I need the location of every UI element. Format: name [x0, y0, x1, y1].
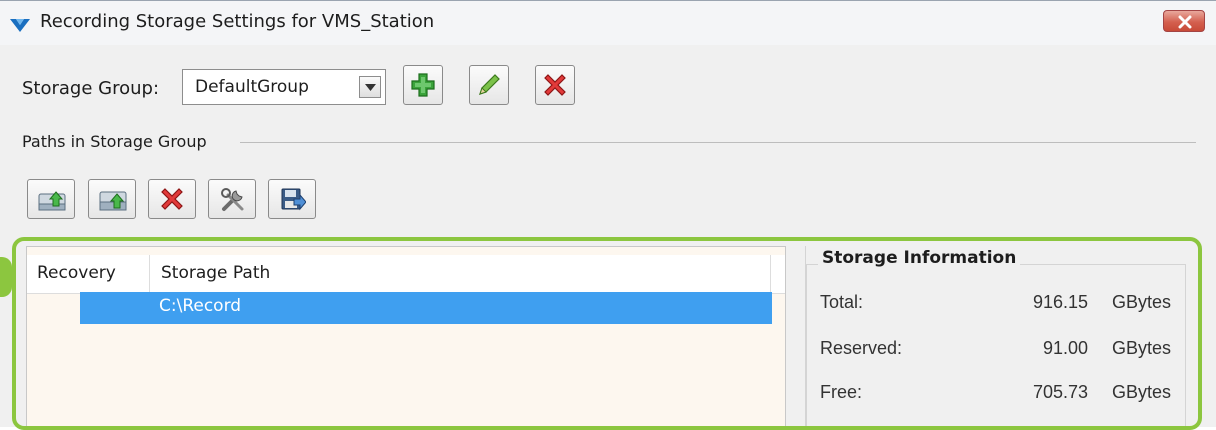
- column-header-recovery[interactable]: Recovery: [37, 263, 116, 283]
- storage-group-value: DefaultGroup: [195, 77, 309, 97]
- app-logo-icon: [10, 19, 30, 32]
- window-title: Recording Storage Settings for VMS_Stati…: [40, 11, 435, 32]
- free-unit: GBytes: [1112, 382, 1172, 402]
- total-label: Total:: [820, 292, 864, 312]
- list-header: Recovery Storage Path: [27, 255, 785, 294]
- group-divider: [240, 142, 1196, 143]
- storage-information-panel: Storage Information Total: 916.15 GBytes…: [805, 246, 1198, 428]
- column-header-storage-path[interactable]: Storage Path: [161, 263, 270, 283]
- add-path-icon: [38, 191, 66, 211]
- column-separator: [770, 255, 771, 293]
- add-icon: [411, 73, 435, 97]
- remove-path-button[interactable]: [148, 179, 196, 219]
- storage-settings-window: Recording Storage Settings for VMS_Stati…: [0, 0, 1216, 430]
- chevron-down-icon: [365, 84, 376, 91]
- paths-group-label: Paths in Storage Group: [22, 132, 207, 151]
- path-settings-button[interactable]: [208, 179, 256, 219]
- storage-group-dropdown-button[interactable]: [359, 76, 381, 98]
- column-separator: [149, 255, 150, 293]
- settings-icon: [221, 188, 244, 211]
- storage-information-title: Storage Information: [818, 248, 1021, 268]
- storage-path-cell: C:\Record: [159, 296, 242, 316]
- total-unit: GBytes: [1112, 292, 1172, 312]
- title-bar: Recording Storage Settings for VMS_Stati…: [0, 1, 1216, 45]
- add-network-path-icon: [99, 191, 127, 211]
- free-label: Free:: [820, 382, 863, 402]
- remove-path-icon: [161, 188, 183, 210]
- table-row[interactable]: C:\Record: [80, 292, 772, 324]
- edit-group-button[interactable]: [469, 65, 509, 105]
- delete-icon: [544, 74, 566, 96]
- save-path-button[interactable]: [268, 179, 316, 219]
- callout-marker: [0, 257, 12, 297]
- reserved-value: 91.00: [1042, 338, 1088, 358]
- delete-group-button[interactable]: [535, 65, 575, 105]
- storage-group-select[interactable]: DefaultGroup: [182, 69, 386, 105]
- edit-icon: [479, 74, 500, 95]
- close-icon: [1178, 15, 1192, 29]
- storage-group-label: Storage Group:: [22, 78, 160, 99]
- save-icon: [281, 188, 306, 211]
- reserved-unit: GBytes: [1112, 338, 1172, 358]
- total-value: 916.15: [1032, 292, 1088, 312]
- add-path-button[interactable]: [27, 179, 75, 219]
- storage-path-list[interactable]: Recovery Storage Path C:\Record: [26, 246, 786, 428]
- close-button[interactable]: [1163, 10, 1205, 32]
- add-group-button[interactable]: [403, 65, 443, 105]
- free-value: 705.73: [1032, 382, 1088, 402]
- reserved-label: Reserved:: [820, 338, 903, 358]
- add-network-path-button[interactable]: [88, 179, 136, 219]
